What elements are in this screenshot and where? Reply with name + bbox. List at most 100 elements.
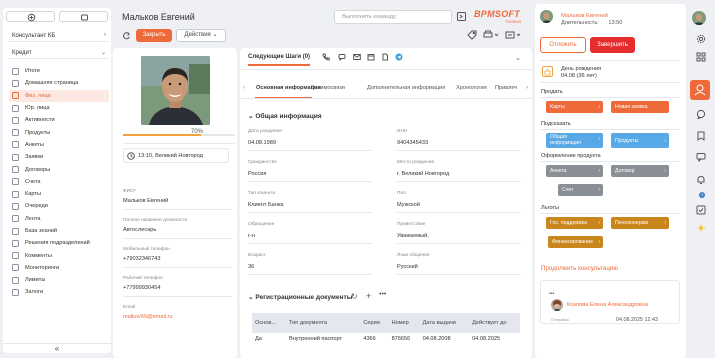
sidebar-item[interactable]: Залоги [9,286,109,298]
chip-pensioners[interactable]: Пенсионерам › [611,217,669,229]
refresh-icon[interactable] [122,31,131,42]
sidebar-item[interactable]: Лимиты [9,274,109,286]
add-icon[interactable]: + [366,291,371,301]
chip-financing[interactable]: Финансирование › [548,236,603,248]
more-icon[interactable]: ••• [379,291,386,298]
column-header[interactable]: Серия [360,313,389,333]
field-value[interactable]: Россия [248,171,266,177]
refresh-icon[interactable]: ↻ [351,292,358,301]
contact-center-button[interactable] [690,80,710,100]
column-header[interactable]: Тип документа [285,313,361,333]
sidebar-item[interactable]: Итоги [9,65,109,77]
tab[interactable]: Хронология [456,85,487,91]
print-icon[interactable] [483,30,499,42]
tabs-scroll-left-icon[interactable]: ‹ [243,85,245,91]
sidebar-item[interactable]: Продукты [9,126,109,138]
tab[interactable]: Дополнительная информация [367,85,445,91]
sidebar-item[interactable]: Комменты [9,249,109,261]
chevron-down-icon[interactable]: ⌄ [515,54,521,62]
table-row[interactable]: Да Внутренний паспорт 4366 876656 04.08.2008… [252,333,520,345]
documents-section[interactable]: ⌄ Регистрационные документы [248,293,352,301]
field-value[interactable]: 9404345433 [397,140,428,146]
sidebar-item[interactable]: Счета [9,176,109,188]
sidebar-item[interactable]: Юр. лица [9,102,109,114]
sidebar-item[interactable]: База знаний [9,225,109,237]
sidebar-item[interactable]: Лента [9,213,109,225]
phone-icon[interactable] [322,53,330,63]
ribbon-icon[interactable] [694,130,708,142]
bell-icon[interactable] [694,174,708,186]
column-header[interactable]: Действует до [469,313,520,333]
user-avatar[interactable] [692,11,706,25]
tag-icon[interactable] [467,30,477,42]
more-icon[interactable]: ••• [549,291,554,297]
field-value[interactable]: г. Великий Новгород [397,171,449,177]
chip-new-application[interactable]: Новая заявка [611,101,669,113]
context-dropdown[interactable]: Консультант КБ › [9,31,109,42]
chat-icon[interactable] [694,108,708,120]
sidebar-item[interactable]: Домашняя страница [9,77,109,89]
collapse-sidebar-button[interactable]: « [3,343,111,353]
calendar-icon[interactable] [367,53,375,63]
field-value[interactable]: Клиент Банка [248,202,284,208]
chip-questionnaire[interactable]: Анкета › [546,165,603,177]
column-header[interactable]: Номер [388,313,420,333]
general-info-section[interactable]: ⌄ Общая информация [248,112,322,120]
section-dropdown[interactable]: Кредит ⌄ [9,48,109,59]
consultation-user[interactable]: Мальков Евгений [561,13,608,19]
chip-cards[interactable]: Карты › [546,101,603,113]
field-value[interactable]: Мальков Евгений [123,198,168,204]
chip-account[interactable]: Счет › [558,184,603,196]
email-icon[interactable] [353,53,361,63]
actions-button[interactable]: Действия ⌄ [176,29,226,42]
field-value[interactable]: +77999930454 [123,285,161,291]
tab-next-steps[interactable]: Следующие Шаги (0) [248,54,310,60]
command-input[interactable]: Выполнить команду [334,10,452,24]
sidebar-item[interactable]: Анкеты [9,139,109,151]
field-value[interactable]: 04.08.1989 [248,140,276,146]
sidebar-item[interactable]: Мониторинги [9,262,109,274]
add-button[interactable] [6,11,55,22]
chip-state-support[interactable]: Гос. поддержка › [546,217,603,229]
finish-button[interactable]: Завершить [590,37,635,53]
sidebar-item[interactable]: Активности [9,114,109,126]
view-icon[interactable] [505,30,521,42]
sidebar-item[interactable]: Договоры [9,163,109,175]
field-value[interactable]: Русский [397,264,418,270]
sidebar-item[interactable]: Очереди [9,200,109,212]
continue-consultation-link[interactable]: Продолжить консультацию [541,265,618,272]
tab[interactable]: Привлеч [495,85,517,91]
chip-products[interactable]: Продукты › [611,133,669,148]
sidebar-item[interactable]: Физ. лица [9,89,109,102]
field-value[interactable]: Мужской [397,202,420,208]
weather-icon[interactable] [694,222,708,234]
feed-author[interactable]: Козлова Елена Александровна [567,302,648,308]
workspace-button[interactable] [59,11,108,22]
chip-contract[interactable]: Договор › [611,165,669,177]
field-value[interactable]: Автослесарь [123,227,156,233]
sidebar-item[interactable]: Заявки [9,151,109,163]
message-icon[interactable] [694,151,708,163]
field-value[interactable]: г-н [248,233,255,239]
telegram-icon[interactable] [395,53,403,63]
field-value[interactable]: Уважаемый, [397,233,429,239]
chip-general-info[interactable]: Общая информация › [546,133,603,148]
field-value[interactable]: +79032346743 [123,256,161,262]
column-header[interactable]: Основ... [252,313,286,333]
console-icon[interactable] [457,12,466,23]
field-value[interactable]: malkov69@email.ru [123,314,173,320]
chat-icon[interactable] [338,53,346,63]
column-header[interactable]: Дата выдачи [419,313,470,333]
apps-icon[interactable] [694,51,708,63]
tab[interactable]: Взаимосвязи [311,85,345,91]
field-value[interactable]: 36 [248,264,254,270]
tabs-scroll-right-icon[interactable]: › [526,85,528,91]
checklist-icon[interactable] [694,204,708,216]
close-button[interactable]: Закрыть [136,29,172,42]
sidebar-item[interactable]: Карты [9,188,109,200]
contact-photo[interactable] [141,56,210,125]
gear-icon[interactable] [694,33,708,45]
help-icon[interactable]: ? [694,190,708,202]
postpone-button[interactable]: Отложить [540,37,586,53]
sidebar-item[interactable]: Решения подразделений [9,237,109,249]
